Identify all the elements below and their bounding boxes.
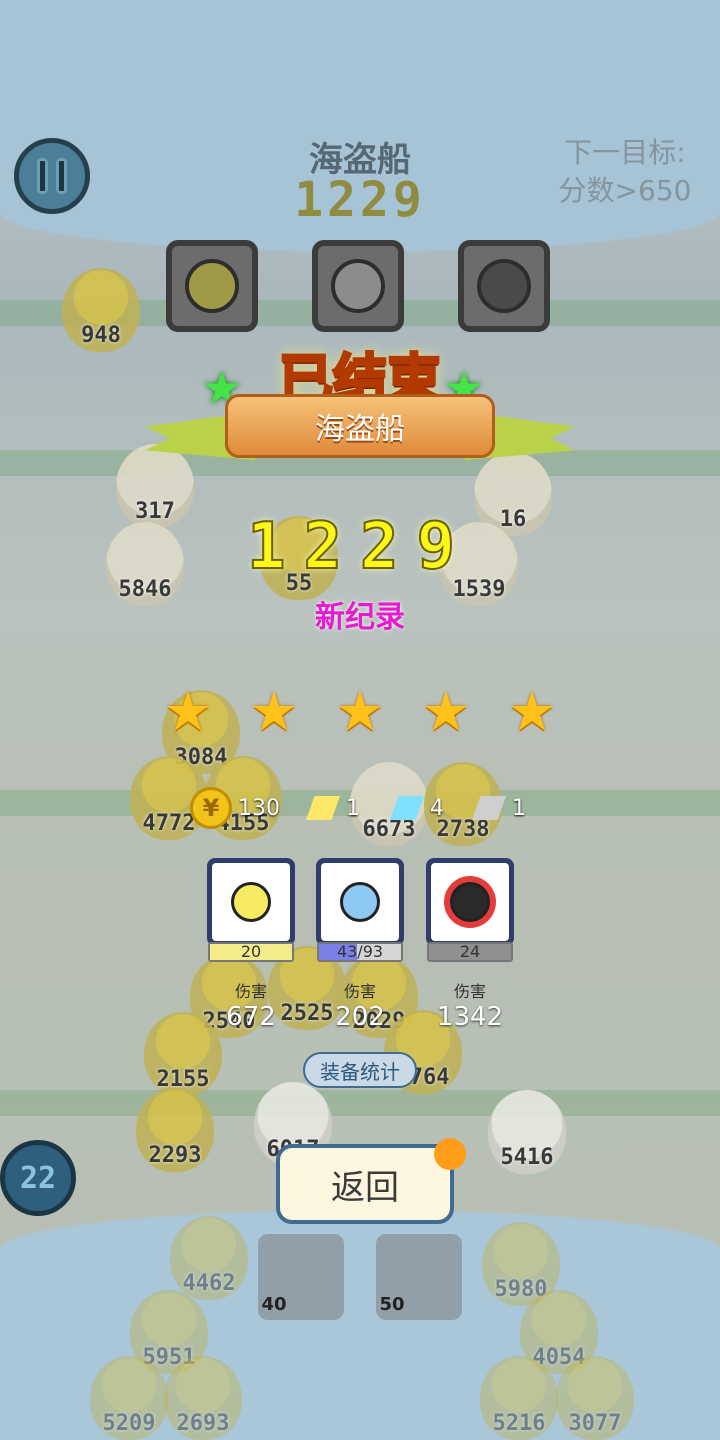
reward-yellow-crystal: 1	[306, 786, 360, 830]
final-score: 1229	[246, 509, 474, 585]
gray-crystal-value: 1	[512, 795, 526, 821]
star-icon: ★	[421, 680, 471, 743]
coins-value: 130	[238, 795, 280, 821]
equipment-2-damage: 202	[335, 1002, 385, 1032]
level-ribbon: 海盗船	[145, 394, 575, 468]
ribbon-level-name: 海盗船	[315, 412, 405, 447]
notification-dot	[434, 1138, 466, 1170]
damage-label: 伤害	[234, 982, 267, 1001]
yellow-crystal-icon	[306, 796, 340, 820]
frown-face-icon	[340, 882, 380, 922]
star-rating: ★ ★ ★ ★ ★	[160, 684, 560, 740]
reward-gray-crystal: 1	[472, 786, 526, 830]
neutral-face-icon	[231, 882, 271, 922]
equipment-2-level: 43/93	[317, 942, 403, 962]
blue-crystal-icon	[390, 796, 424, 820]
yellow-crystal-value: 1	[346, 795, 360, 821]
blue-crystal-value: 4	[430, 795, 444, 821]
damage-label: 伤害	[453, 982, 486, 1001]
equipment-3-damage: 1342	[436, 1002, 504, 1032]
rewards-row: ¥ 130 1 4 1	[190, 786, 550, 830]
back-button[interactable]: 返回	[276, 1144, 454, 1224]
new-record-label: 新纪录	[315, 600, 405, 635]
equipment-card-1[interactable]	[207, 858, 295, 946]
star-icon: ★	[507, 680, 557, 743]
coin-icon: ¥	[190, 787, 232, 829]
headphone-face-icon	[450, 882, 490, 922]
equipment-3-level: 24	[427, 942, 513, 962]
equipment-card-3[interactable]	[426, 858, 514, 946]
equipment-1-damage: 672	[226, 1002, 276, 1032]
equipment-card-2[interactable]	[316, 858, 404, 946]
equipment-stats-button[interactable]: 装备统计	[303, 1052, 417, 1088]
damage-label: 伤害	[343, 982, 376, 1001]
star-icon: ★	[163, 680, 213, 743]
reward-coins: ¥ 130	[190, 786, 280, 830]
equipment-1-level: 20	[208, 942, 294, 962]
reward-blue-crystal: 4	[390, 786, 444, 830]
gray-crystal-icon	[472, 796, 506, 820]
star-icon: ★	[335, 680, 385, 743]
star-icon: ★	[249, 680, 299, 743]
